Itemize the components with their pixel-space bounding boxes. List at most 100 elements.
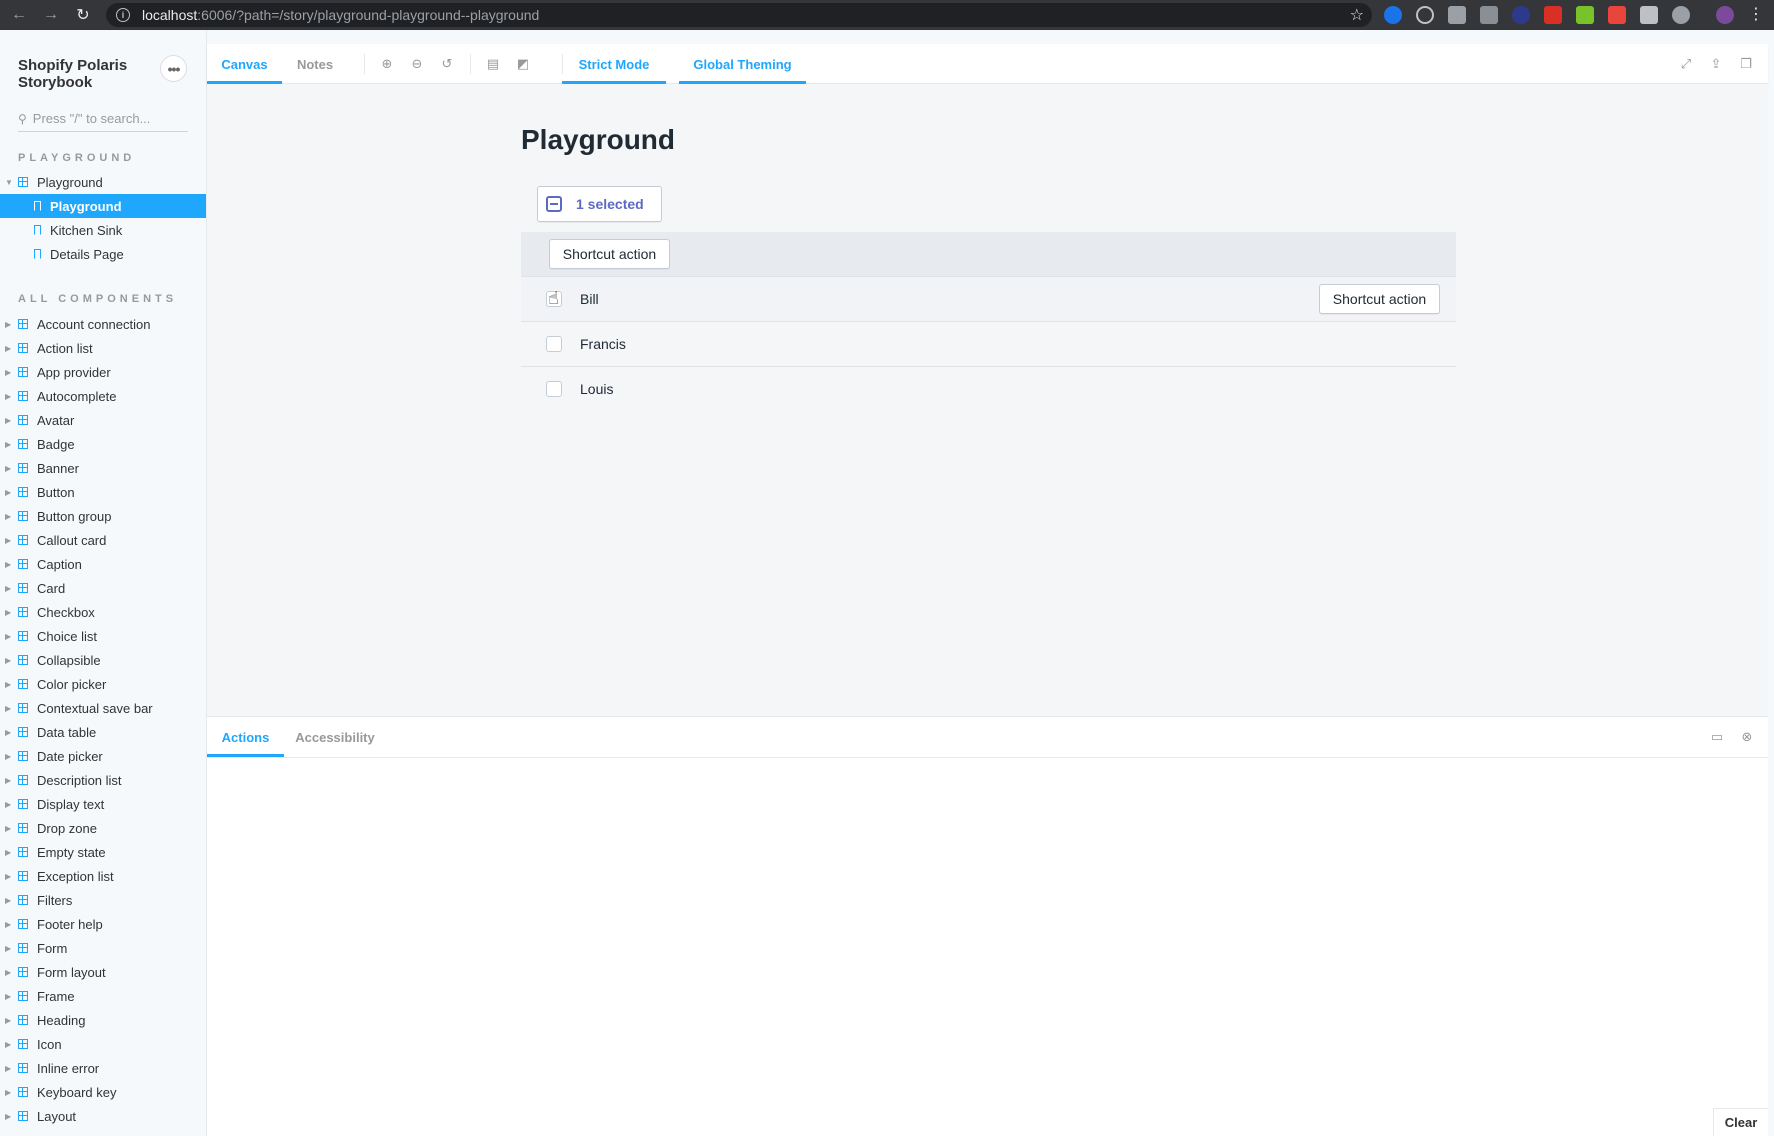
story-item-details-page[interactable]: Details Page <box>0 242 206 266</box>
tab-actions[interactable]: Actions <box>207 717 284 757</box>
tree-group-playground[interactable]: ▼ Playground <box>0 170 206 194</box>
sidebar-item-component[interactable]: ▶ Action list <box>0 336 206 360</box>
sidebar-item-label: Avatar <box>37 412 75 428</box>
row-shortcut-action-button[interactable]: Shortcut action <box>1319 284 1440 314</box>
sidebar-item-component[interactable]: ▶ Inline error <box>0 1056 206 1080</box>
sidebar-item-component[interactable]: ▶ Date picker <box>0 744 206 768</box>
back-arrow-icon[interactable]: ← <box>6 0 32 30</box>
sidebar-item-component[interactable]: ▶ Icon <box>0 1032 206 1056</box>
row-checkbox[interactable] <box>546 381 562 397</box>
info-icon[interactable]: i <box>116 8 130 22</box>
sidebar-item-component[interactable]: ▶ Contextual save bar <box>0 696 206 720</box>
panel-position-icon[interactable]: ▭ <box>1709 729 1725 745</box>
address-bar[interactable]: i localhost:6006/?path=/story/playground… <box>106 3 1372 27</box>
sidebar-item-component[interactable]: ▶ Form layout <box>0 960 206 984</box>
sidebar-item-component[interactable]: ▶ Footer help <box>0 912 206 936</box>
sidebar-item-component[interactable]: ▶ Exception list <box>0 864 206 888</box>
sidebar-item-component[interactable]: ▶ Button group <box>0 504 206 528</box>
zoom-reset-icon[interactable]: ↺ <box>439 56 455 72</box>
sidebar-item-component[interactable]: ▶ Color picker <box>0 672 206 696</box>
sidebar-item-label: Collapsible <box>37 652 101 668</box>
sidebar-item-component[interactable]: ▶ Checkbox <box>0 600 206 624</box>
story-item-kitchen-sink[interactable]: Kitchen Sink <box>0 218 206 242</box>
sidebar-item-component[interactable]: ▶ Display text <box>0 792 206 816</box>
sidebar-item-component[interactable]: ▶ Badge <box>0 432 206 456</box>
bulk-select-button[interactable]: 1 selected <box>537 186 662 222</box>
story-item-playground[interactable]: Playground <box>0 194 206 218</box>
brand-title[interactable]: Shopify Polaris Storybook <box>18 57 158 91</box>
component-icon <box>18 991 28 1001</box>
zoom-out-icon[interactable]: ⊖ <box>409 56 425 72</box>
copy-link-icon[interactable]: ❐ <box>1738 56 1754 72</box>
sidebar-item-component[interactable]: ▶ Keyboard key <box>0 1080 206 1104</box>
extension-icon[interactable] <box>1576 6 1594 24</box>
sidebar-item-component[interactable]: ▶ Banner <box>0 456 206 480</box>
sidebar-item-component[interactable]: ▶ Avatar <box>0 408 206 432</box>
extensions-bar <box>1384 6 1734 24</box>
zoom-in-icon[interactable]: ⊕ <box>379 56 395 72</box>
extension-icon[interactable] <box>1608 6 1626 24</box>
list-item[interactable]: Louis <box>521 367 1456 412</box>
sidebar-item-component[interactable]: ▶ Drop zone <box>0 816 206 840</box>
sidebar-item-label: Keyboard key <box>37 1084 117 1100</box>
extension-icon[interactable] <box>1672 6 1690 24</box>
extension-icon[interactable] <box>1448 6 1466 24</box>
extension-icon[interactable] <box>1640 6 1658 24</box>
sidebar-item-component[interactable]: ▶ Data table <box>0 720 206 744</box>
sidebar-item-label: Filters <box>37 892 73 908</box>
sidebar-item-label: Banner <box>37 460 79 476</box>
extension-icon[interactable] <box>1512 6 1530 24</box>
grid-icon[interactable]: ◩ <box>515 56 531 72</box>
sidebar-item-component[interactable]: ▶ Card <box>0 576 206 600</box>
sidebar-item-component[interactable]: ▶ Layout <box>0 1104 206 1128</box>
reload-icon[interactable]: ↻ <box>70 0 96 30</box>
background-icon[interactable]: ▤ <box>485 56 501 72</box>
indeterminate-checkbox-icon[interactable] <box>546 196 562 212</box>
sidebar-item-component[interactable]: ▶ Autocomplete <box>0 384 206 408</box>
extension-icon[interactable] <box>1416 6 1434 24</box>
sidebar-item-label: Card <box>37 580 66 596</box>
bulk-actions-bar: Shortcut action <box>521 232 1456 277</box>
search-input[interactable] <box>32 111 183 126</box>
sidebar-item-component[interactable]: ▶ Choice list <box>0 624 206 648</box>
sidebar-menu-button[interactable]: ••• <box>160 55 187 82</box>
extension-icon[interactable] <box>1384 6 1402 24</box>
browser-chrome: ← → ↻ i localhost:6006/?path=/story/play… <box>0 0 1774 30</box>
tab-notes[interactable]: Notes <box>287 44 343 84</box>
sidebar-item-component[interactable]: ▶ Frame <box>0 984 206 1008</box>
sidebar-item-component[interactable]: ▶ Empty state <box>0 840 206 864</box>
list-item[interactable]: Francis <box>521 322 1456 367</box>
caret-right-icon: ▶ <box>5 1111 12 1121</box>
sidebar-item-component[interactable]: ▶ Form <box>0 936 206 960</box>
caret-right-icon: ▶ <box>5 823 12 833</box>
sidebar-item-component[interactable]: ▶ Description list <box>0 768 206 792</box>
extension-icon[interactable] <box>1544 6 1562 24</box>
kebab-menu-icon[interactable]: ⋮ <box>1748 4 1764 24</box>
tab-strict-mode[interactable]: Strict Mode <box>562 44 666 84</box>
profile-avatar[interactable] <box>1716 6 1734 24</box>
sidebar-item-component[interactable]: ▶ Callout card <box>0 528 206 552</box>
sidebar-item-component[interactable]: ▶ Heading <box>0 1008 206 1032</box>
sidebar-item-component[interactable]: ▶ Account connection <box>0 312 206 336</box>
extension-icon[interactable] <box>1480 6 1498 24</box>
storybook-sidebar: Shopify Polaris Storybook ••• ⚲ PLAYGROU… <box>0 30 207 1136</box>
bookmark-star-icon[interactable]: ☆ <box>1350 5 1364 25</box>
sidebar-item-component[interactable]: ▶ Caption <box>0 552 206 576</box>
sidebar-item-component[interactable]: ▶ Filters <box>0 888 206 912</box>
sidebar-item-component[interactable]: ▶ Button <box>0 480 206 504</box>
toolbar-divider <box>470 54 471 74</box>
bulk-shortcut-action-button[interactable]: Shortcut action <box>549 239 670 269</box>
clear-button[interactable]: Clear <box>1713 1108 1768 1136</box>
fullscreen-icon[interactable]: ⤢ <box>1678 56 1694 72</box>
list-item[interactable]: Bill Shortcut action <box>521 277 1456 322</box>
sidebar-item-component[interactable]: ▶ Collapsible <box>0 648 206 672</box>
tab-canvas[interactable]: Canvas <box>207 44 282 84</box>
tab-global-theming[interactable]: Global Theming <box>679 44 806 84</box>
share-icon[interactable]: ⇪ <box>1708 56 1724 72</box>
url-path: :6006/?path=/story/playground-playground… <box>197 7 540 23</box>
row-checkbox[interactable] <box>546 336 562 352</box>
close-panel-icon[interactable]: ⊗ <box>1739 729 1755 745</box>
sidebar-item-component[interactable]: ▶ App provider <box>0 360 206 384</box>
forward-arrow-icon[interactable]: → <box>38 0 64 30</box>
tab-accessibility[interactable]: Accessibility <box>289 717 381 757</box>
